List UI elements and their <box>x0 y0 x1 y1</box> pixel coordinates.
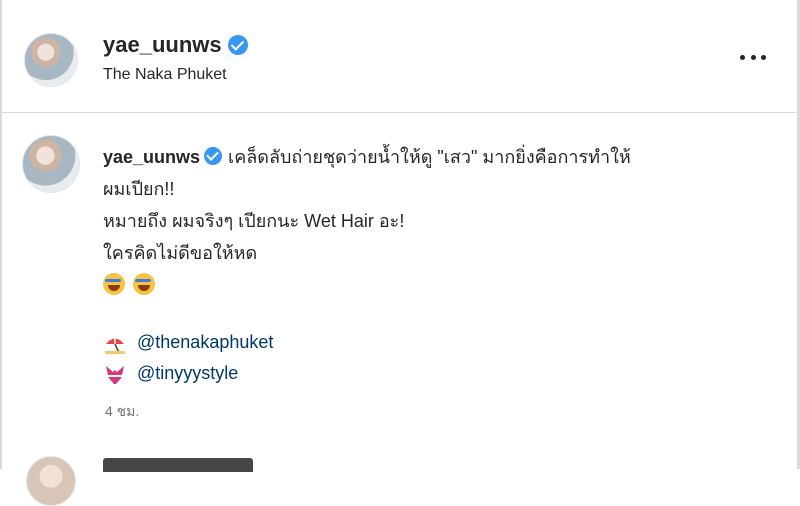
tag-link-thenakaphuket[interactable]: @thenakaphuket <box>137 327 273 358</box>
caption-text: เคล็ดลับถ่ายชุดว่ายน้ำให้ดู "เสว" มากยิ่… <box>228 147 631 167</box>
rolling-on-floor-laughing-icon <box>133 273 155 295</box>
tag-row: @tinyyystyle <box>103 358 273 389</box>
dot-icon <box>761 54 766 60</box>
header-username-row: yae_uunws <box>103 32 248 58</box>
location-link[interactable]: The Naka Phuket <box>103 66 227 84</box>
next-comment-avatar[interactable] <box>26 456 76 506</box>
avatar[interactable] <box>24 33 78 87</box>
post-caption: yae_uunws เคล็ดลับถ่ายชุดว่ายน้ำให้ดู "เส… <box>103 141 763 301</box>
dot-icon <box>740 54 745 60</box>
tag-link-tinyyystyle[interactable]: @tinyyystyle <box>137 358 238 389</box>
post-header: yae_uunws The Naka Phuket <box>0 0 800 113</box>
caption-line-4: ใครคิดไม่ดีขอให้หด <box>103 243 258 263</box>
bikini-icon <box>106 365 124 384</box>
more-options-button[interactable] <box>740 47 766 67</box>
verified-badge-icon <box>204 147 223 165</box>
tag-row: @thenakaphuket <box>103 327 273 358</box>
caption-avatar[interactable] <box>22 135 80 193</box>
caption-username[interactable]: yae_uunws <box>103 147 200 167</box>
rolling-on-floor-laughing-icon <box>103 273 125 295</box>
partial-text-block <box>103 458 253 472</box>
header-username[interactable]: yae_uunws <box>103 32 222 58</box>
caption-tags: @thenakaphuket @tinyyystyle <box>103 327 273 389</box>
caption-line-3: หมายถึง ผมจริงๆ เปียกนะ Wet Hair อะ! <box>103 211 405 231</box>
next-comment-username-partial <box>103 458 263 472</box>
beach-umbrella-icon <box>105 335 125 354</box>
caption-line-2: ผมเปียก!! <box>103 179 175 199</box>
verified-badge-icon <box>227 35 248 55</box>
post-timestamp[interactable]: 4 ชม. <box>105 401 139 423</box>
dot-icon <box>750 54 756 60</box>
caption-line-1: yae_uunws เคล็ดลับถ่ายชุดว่ายน้ำให้ดู "เส… <box>103 141 763 173</box>
caption-emoji-line <box>103 269 763 301</box>
